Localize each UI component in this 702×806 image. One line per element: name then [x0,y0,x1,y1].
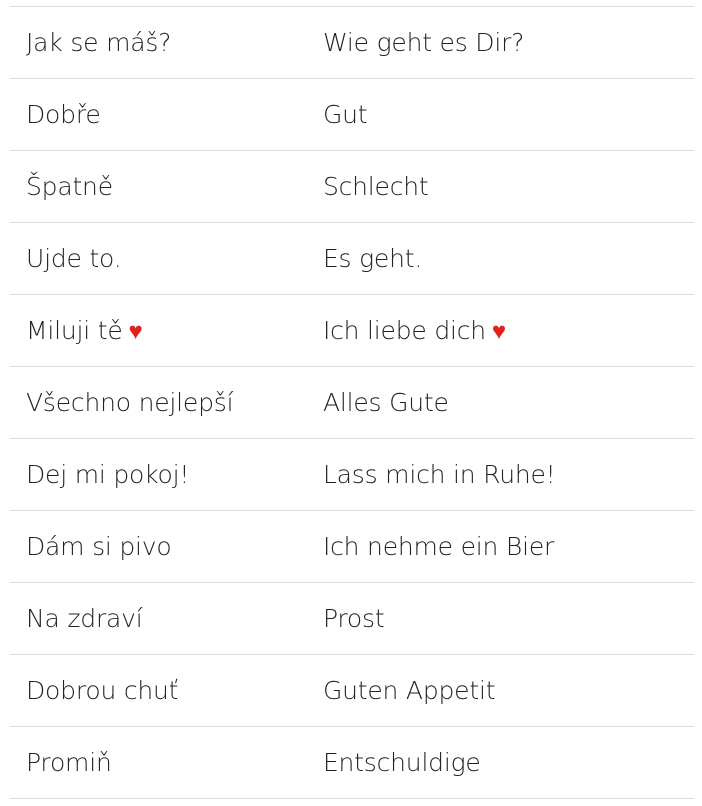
czech-phrase: Dobře [10,78,307,151]
czech-phrase: Špatně [10,150,307,223]
heart-icon: ♥ [491,316,506,345]
czech-phrase-text: Všechno nejlepší [26,388,234,417]
table-row: Miluji tě ♥ Ich liebe dich ♥ [10,294,694,367]
czech-phrase: Jak se máš? [10,6,307,79]
german-phrase-text: Gut [322,100,368,129]
german-phrase: Es geht. [306,222,694,295]
czech-phrase-text: Promiň [26,748,112,777]
german-phrase-text: Prost [322,604,385,633]
czech-phrase: Dám si pivo [10,510,307,583]
german-phrase-text: Ich liebe dich [322,315,486,345]
czech-phrase: Promiň [10,726,307,799]
german-phrase: Prost [306,582,694,655]
german-phrase: Guten Appetit [306,654,694,727]
german-phrase: Ich liebe dich ♥ [306,294,694,367]
czech-phrase: Ujde to. [10,222,307,295]
czech-phrase: Na zdraví [10,582,307,655]
table-row: Dej mi pokoj! Lass mich in Ruhe! [10,438,694,511]
czech-phrase-text: Ujde to. [26,244,122,273]
german-phrase-text: Ich nehme ein Bier [322,532,555,561]
czech-phrase-text: Dobře [26,100,101,129]
czech-phrase: Dej mi pokoj! [10,438,307,511]
table-row: Dobře Gut [10,78,694,151]
heart-icon: ♥ [128,316,143,345]
czech-phrase: Dobrou chuť [10,654,307,727]
german-phrase-text: Lass mich in Ruhe! [322,460,556,489]
czech-phrase: Všechno nejlepší [10,366,307,439]
german-phrase: Lass mich in Ruhe! [306,438,694,511]
czech-phrase-text: Na zdraví [26,604,143,633]
german-phrase: Wie geht es Dir? [306,6,694,79]
table-row: Promiň Entschuldige [10,726,694,799]
czech-phrase-text: Dobrou chuť [26,676,179,705]
czech-phrase-text: Dám si pivo [26,532,172,561]
table-row: Ujde to. Es geht. [10,222,694,295]
german-phrase-text: Alles Gute [322,388,449,417]
table-row: Dobrou chuť Guten Appetit [10,654,694,727]
czech-phrase-text: Miluji tě [26,315,123,345]
german-phrase-text: Schlecht [322,172,429,201]
table-row: Dám si pivo Ich nehme ein Bier [10,510,694,583]
table-row: Špatně Schlecht [10,150,694,223]
german-phrase: Gut [306,78,694,151]
german-phrase: Schlecht [306,150,694,223]
german-phrase-text: Guten Appetit [322,676,496,705]
czech-phrase-text: Jak se máš? [26,28,172,57]
german-phrase: Alles Gute [306,366,694,439]
german-phrase-text: Es geht. [322,244,423,273]
phrase-table: Jak se máš? Wie geht es Dir? Dobře Gut Š… [10,6,694,799]
czech-phrase-text: Špatně [26,172,113,201]
german-phrase: Ich nehme ein Bier [306,510,694,583]
table-row: Všechno nejlepší Alles Gute [10,366,694,439]
table-row: Na zdraví Prost [10,582,694,655]
german-phrase-text: Entschuldige [322,748,481,777]
german-phrase: Entschuldige [306,726,694,799]
table-row: Jak se máš? Wie geht es Dir? [10,6,694,79]
czech-phrase: Miluji tě ♥ [10,294,307,367]
german-phrase-text: Wie geht es Dir? [322,28,525,57]
czech-phrase-text: Dej mi pokoj! [26,460,190,489]
